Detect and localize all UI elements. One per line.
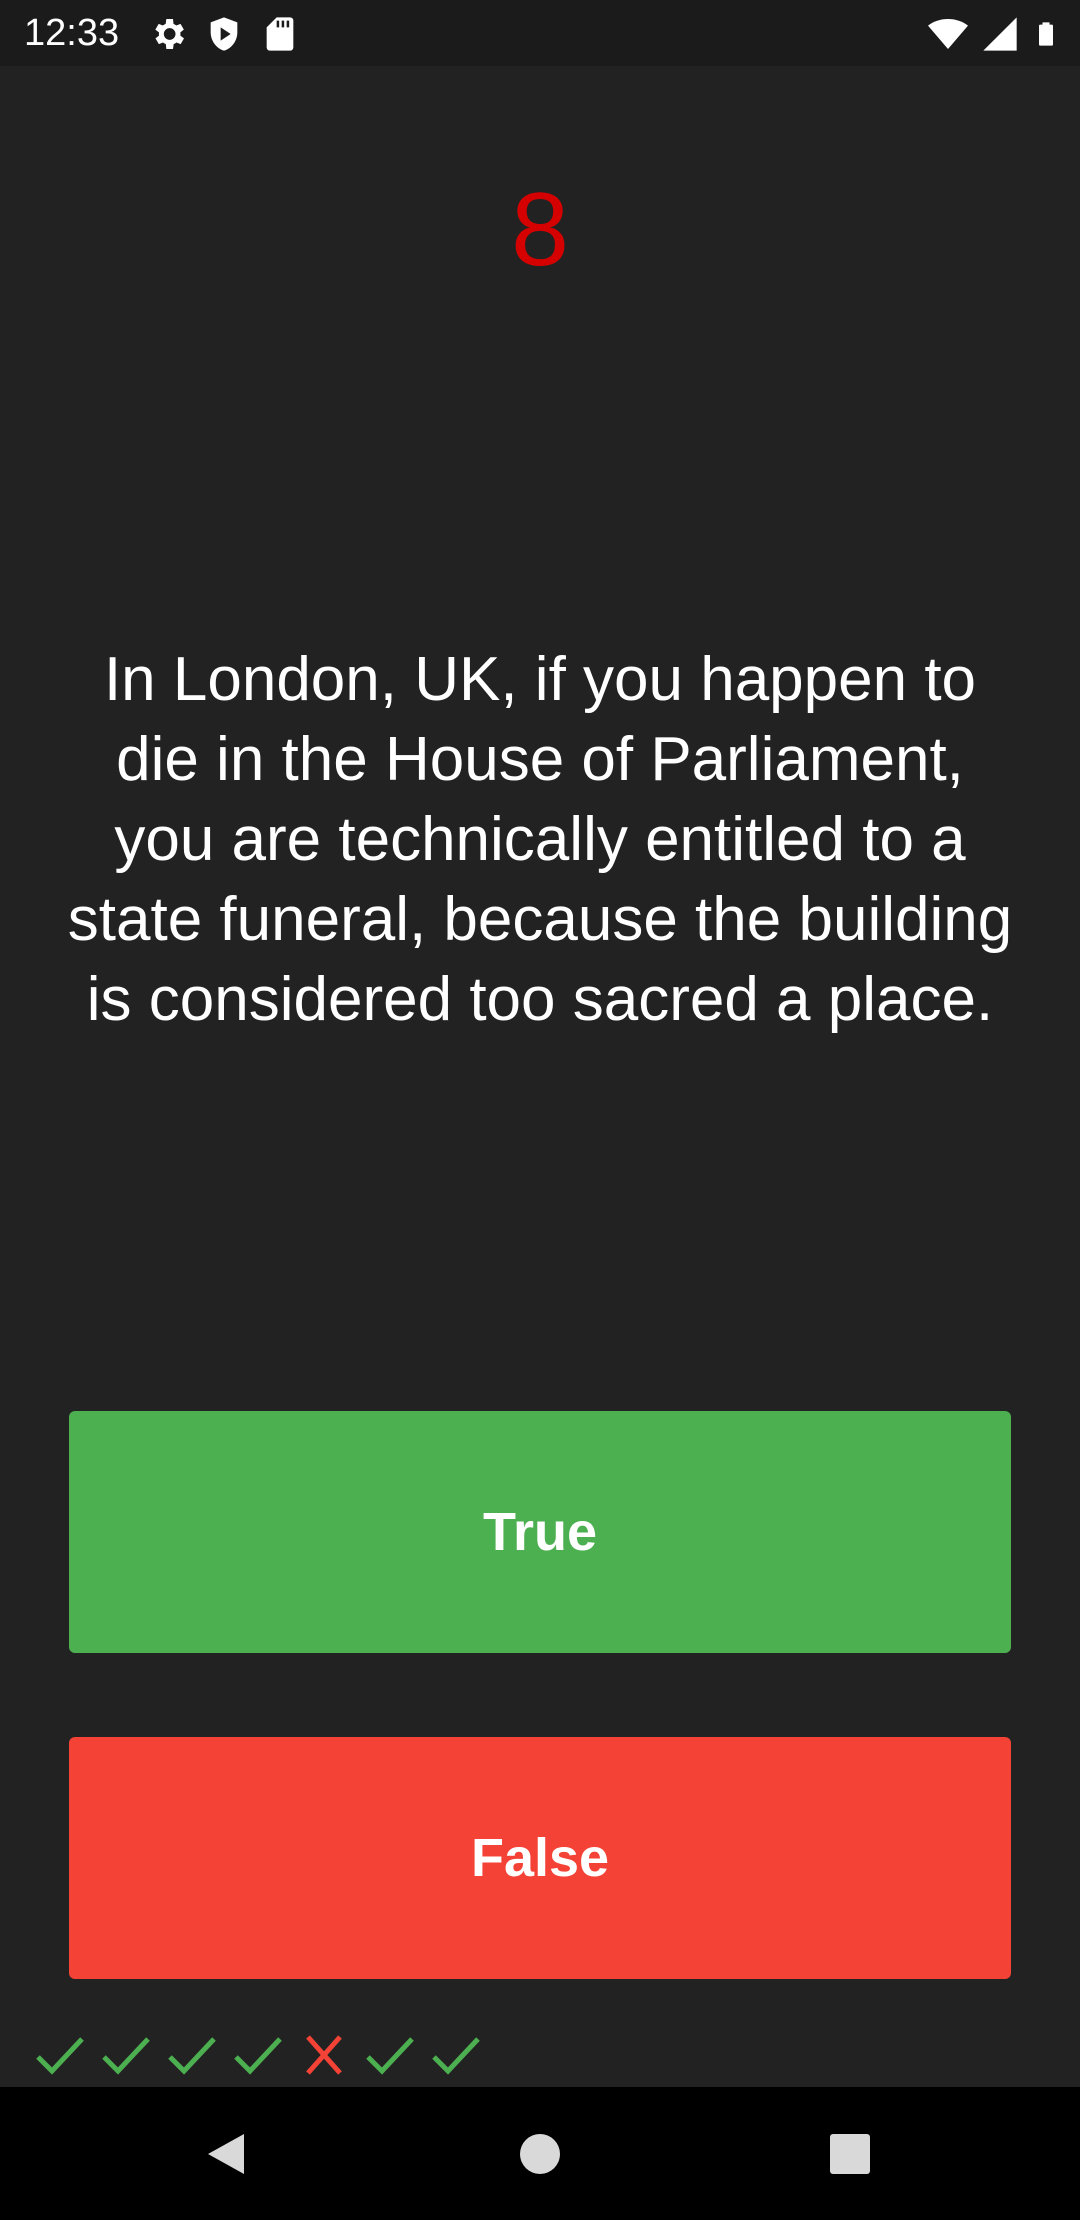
sd-card-icon [266, 17, 294, 51]
checkmark-icon [366, 2037, 414, 2075]
true-button[interactable]: True [69, 1411, 1011, 1653]
checkmark-icon [234, 2037, 282, 2075]
status-time: 12:33 [24, 12, 120, 54]
navigation-bar [0, 2087, 1080, 2220]
back-icon [208, 2133, 244, 2174]
history-correct [360, 2030, 420, 2080]
settings-icon [155, 19, 184, 49]
history-correct [96, 2030, 156, 2080]
cross-icon [306, 2035, 342, 2075]
history-correct [30, 2030, 90, 2080]
true-button-label: True [482, 1502, 598, 1562]
checkmark-icon [102, 2037, 150, 2075]
status-bar: 12:33 [0, 0, 1080, 66]
question-text: In London, UK, if you happen to die in t… [67, 645, 1013, 1034]
checkmark-icon [36, 2037, 84, 2075]
history-wrong [294, 2030, 354, 2080]
question-number: 8 [511, 172, 569, 288]
checkmark-icon [432, 2037, 480, 2075]
history-correct [162, 2030, 222, 2080]
wifi-icon [928, 19, 968, 49]
history-correct [228, 2030, 288, 2080]
back-button[interactable] [166, 2087, 286, 2220]
false-button[interactable]: False [69, 1737, 1011, 1979]
status-system-icons [928, 14, 1060, 54]
recents-icon [830, 2133, 870, 2174]
checkmark-icon [168, 2037, 216, 2075]
battery-icon [1039, 22, 1053, 46]
history-correct [426, 2030, 486, 2080]
false-button-label: False [470, 1828, 610, 1888]
status-notification-icons [148, 14, 300, 54]
home-button[interactable] [480, 2087, 600, 2220]
shield-icon [210, 17, 238, 51]
home-icon [520, 2133, 560, 2174]
recents-button[interactable] [790, 2087, 910, 2220]
cellular-signal-icon [983, 17, 1017, 51]
answer-history [30, 2030, 486, 2080]
